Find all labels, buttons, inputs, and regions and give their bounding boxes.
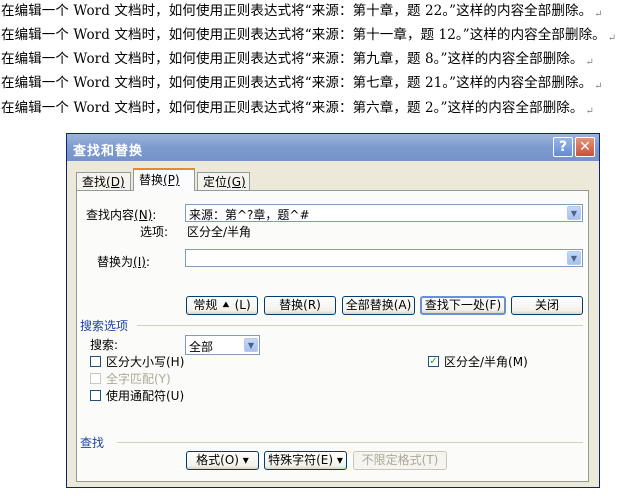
match-width-label: 区分全/半角(M): [444, 355, 528, 369]
close-button[interactable]: 关闭: [511, 296, 583, 315]
replace-label: 替换为(I):: [97, 253, 150, 270]
tab-accesskey: (P): [163, 173, 180, 187]
search-options-title: 搜索选项: [80, 319, 129, 333]
tab-label: 查找: [82, 175, 107, 189]
wildcards-checkbox[interactable]: [90, 390, 101, 401]
options-label: 选项:: [140, 225, 169, 239]
close-window-button[interactable]: ✕: [575, 137, 595, 157]
tab-label: 替换: [139, 173, 164, 187]
replace-label-colon: :: [145, 255, 150, 269]
whole-word-label: 全字匹配(Y): [106, 372, 171, 386]
doc-line-text: 在编辑一个 Word 文档时，如何使用正则表达式将“来源：第七章，题 21。”这…: [1, 75, 593, 91]
less-button[interactable]: 常规 ⯅ (L): [186, 296, 258, 315]
match-case-label: 区分大小写(H): [106, 355, 185, 369]
find-next-button[interactable]: 查找下一处(F): [420, 296, 506, 315]
doc-line-4: 在编辑一个 Word 文档时，如何使用正则表达式将“来源：第七章，题 21。”这…: [1, 71, 603, 95]
search-direction-value: 全部: [189, 340, 214, 354]
match-width-checkbox[interactable]: ✓: [428, 356, 439, 367]
tab-accesskey: (G): [227, 175, 246, 189]
doc-line-3: 在编辑一个 Word 文档时，如何使用正则表达式将“来源：第九章，题 8。”这样…: [1, 47, 594, 71]
paragraph-mark-icon: ↵: [594, 9, 603, 20]
search-options-divider: [137, 325, 583, 326]
search-direction-dropdown-icon[interactable]: ▼: [244, 338, 258, 352]
find-what-combobox[interactable]: 来源：第^?章，题^# ▼: [185, 204, 583, 222]
doc-line-text: 在编辑一个 Word 文档时，如何使用正则表达式将“来源：第十章，题 22。”这…: [1, 3, 593, 19]
replace-all-button[interactable]: 全部替换(A): [342, 296, 415, 315]
replace-label-text: 替换为: [97, 255, 134, 269]
help-button[interactable]: ?: [553, 137, 573, 157]
wildcards-row[interactable]: 使用通配符(U): [90, 387, 184, 404]
tab-goto[interactable]: 定位(G): [197, 172, 250, 190]
options-value: 区分全/半角: [187, 225, 252, 239]
help-icon: ?: [558, 139, 568, 155]
paragraph-mark-icon: ↵: [585, 106, 594, 117]
find-section-divider: [117, 442, 583, 443]
find-label-colon: :: [152, 208, 157, 222]
find-section-title: 查找: [80, 436, 105, 450]
replace-button[interactable]: 替换(R): [264, 296, 336, 315]
doc-line-5: 在编辑一个 Word 文档时，如何使用正则表达式将“来源：第六章，题 2。”这样…: [1, 96, 594, 120]
tab-accesskey: (D): [106, 175, 125, 189]
format-button[interactable]: 格式(O) ▾: [186, 451, 259, 470]
wildcards-label: 使用通配符(U): [106, 389, 185, 403]
whole-word-row: 全字匹配(Y): [90, 370, 171, 387]
paragraph-mark-icon: ↵: [607, 33, 617, 44]
tab-label: 定位: [203, 175, 228, 189]
no-formatting-button: 不限定格式(T): [353, 451, 447, 470]
paragraph-mark-icon: ↵: [594, 81, 603, 92]
find-label-text: 查找内容: [86, 208, 135, 222]
doc-line-1: 在编辑一个 Word 文档时，如何使用正则表达式将“来源：第十章，题 22。”这…: [1, 0, 603, 23]
dialog-titlebar[interactable]: 查找和替换 ? ✕: [67, 134, 599, 161]
doc-line-text: 在编辑一个 Word 文档时，如何使用正则表达式将“来源：第六章，题 2。”这样…: [1, 100, 584, 116]
search-direction-select[interactable]: 全部 ▼: [185, 335, 260, 355]
whole-word-checkbox: [90, 373, 101, 384]
replace-with-combobox[interactable]: ▼: [185, 249, 583, 267]
find-accesskey: (N): [134, 208, 153, 222]
replace-with-dropdown-icon[interactable]: ▼: [567, 251, 581, 265]
dialog-title: 查找和替换: [73, 144, 144, 159]
search-direction-label: 搜索:: [90, 338, 119, 352]
find-replace-dialog: 查找和替换 ? ✕ 查找(D) 替换(P) 定位(G) 查找内容(N): 来源：…: [66, 133, 600, 488]
match-case-checkbox[interactable]: [90, 356, 101, 367]
find-what-dropdown-icon[interactable]: ▼: [567, 206, 581, 220]
tab-find[interactable]: 查找(D): [76, 172, 131, 190]
replace-accesskey: (I): [133, 255, 146, 269]
close-icon: ✕: [579, 139, 591, 155]
find-what-input[interactable]: 来源：第^?章，题^#: [189, 206, 310, 223]
match-case-row[interactable]: 区分大小写(H): [90, 353, 184, 370]
paragraph-mark-icon: ↵: [585, 57, 594, 68]
doc-line-2: 在编辑一个 Word 文档时，如何使用正则表达式将“来源：第十一章，题 12。”…: [1, 23, 616, 47]
match-width-row[interactable]: ✓ 区分全/半角(M): [428, 353, 528, 370]
doc-line-text: 在编辑一个 Word 文档时，如何使用正则表达式将“来源：第十一章，题 12。”…: [1, 27, 606, 43]
find-label: 查找内容(N):: [86, 206, 156, 223]
doc-line-text: 在编辑一个 Word 文档时，如何使用正则表达式将“来源：第九章，题 8。”这样…: [1, 51, 584, 67]
special-button[interactable]: 特殊字符(E) ▾: [264, 451, 347, 470]
tab-replace[interactable]: 替换(P): [133, 168, 195, 191]
